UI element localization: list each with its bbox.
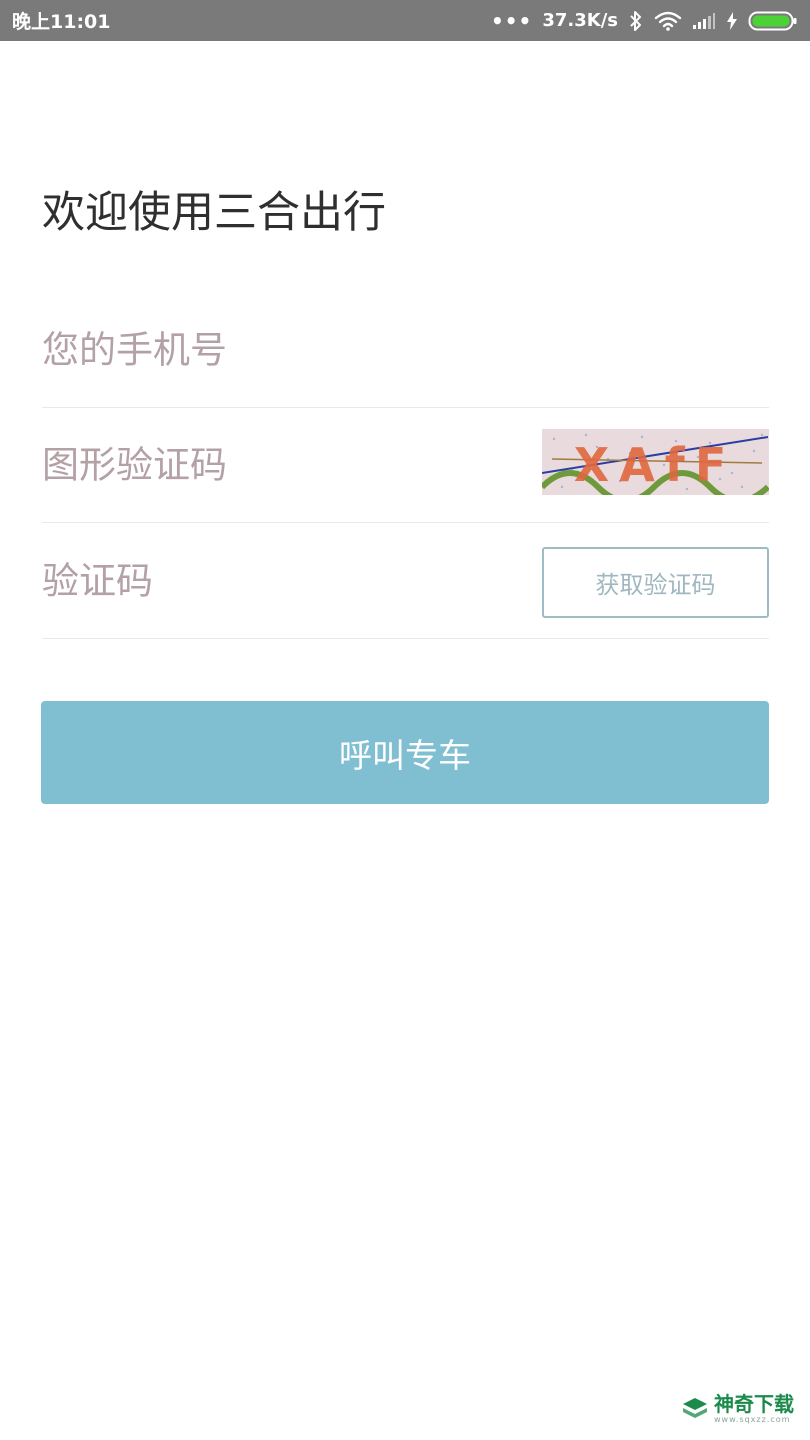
captcha-row: XAfF — [42, 408, 769, 523]
signal-icon — [693, 12, 715, 29]
get-code-button[interactable]: 获取验证码 — [542, 547, 769, 618]
phone-row — [42, 293, 769, 408]
more-dots-icon: ••• — [490, 8, 533, 33]
charging-icon — [727, 11, 737, 30]
battery-icon — [748, 11, 797, 30]
sms-code-input[interactable] — [42, 559, 522, 602]
captcha-image[interactable]: XAfF — [542, 429, 769, 495]
watermark: 神奇下载 www.sqxzz.com — [682, 1394, 794, 1424]
watermark-logo-icon — [683, 1398, 707, 1418]
captcha-input[interactable] — [42, 443, 522, 487]
status-bar: 晚上11:01 ••• 37.3K/s — [0, 0, 810, 41]
network-speed: 37.3K/s — [542, 10, 618, 31]
bluetooth-icon — [630, 10, 641, 31]
status-time: 晚上11:01 — [12, 11, 111, 33]
watermark-name: 神奇下载 — [714, 1392, 794, 1416]
phone-input[interactable] — [42, 328, 522, 372]
page-title: 欢迎使用三合出行 — [42, 188, 386, 238]
status-icons: ••• 37.3K/s — [491, 10, 798, 32]
sms-code-row: 获取验证码 — [42, 523, 769, 639]
call-car-button[interactable]: 呼叫专车 — [41, 701, 769, 804]
captcha-text: XAfF — [574, 438, 737, 492]
watermark-url: www.sqxzz.com — [714, 1415, 791, 1424]
wifi-icon — [654, 11, 682, 31]
